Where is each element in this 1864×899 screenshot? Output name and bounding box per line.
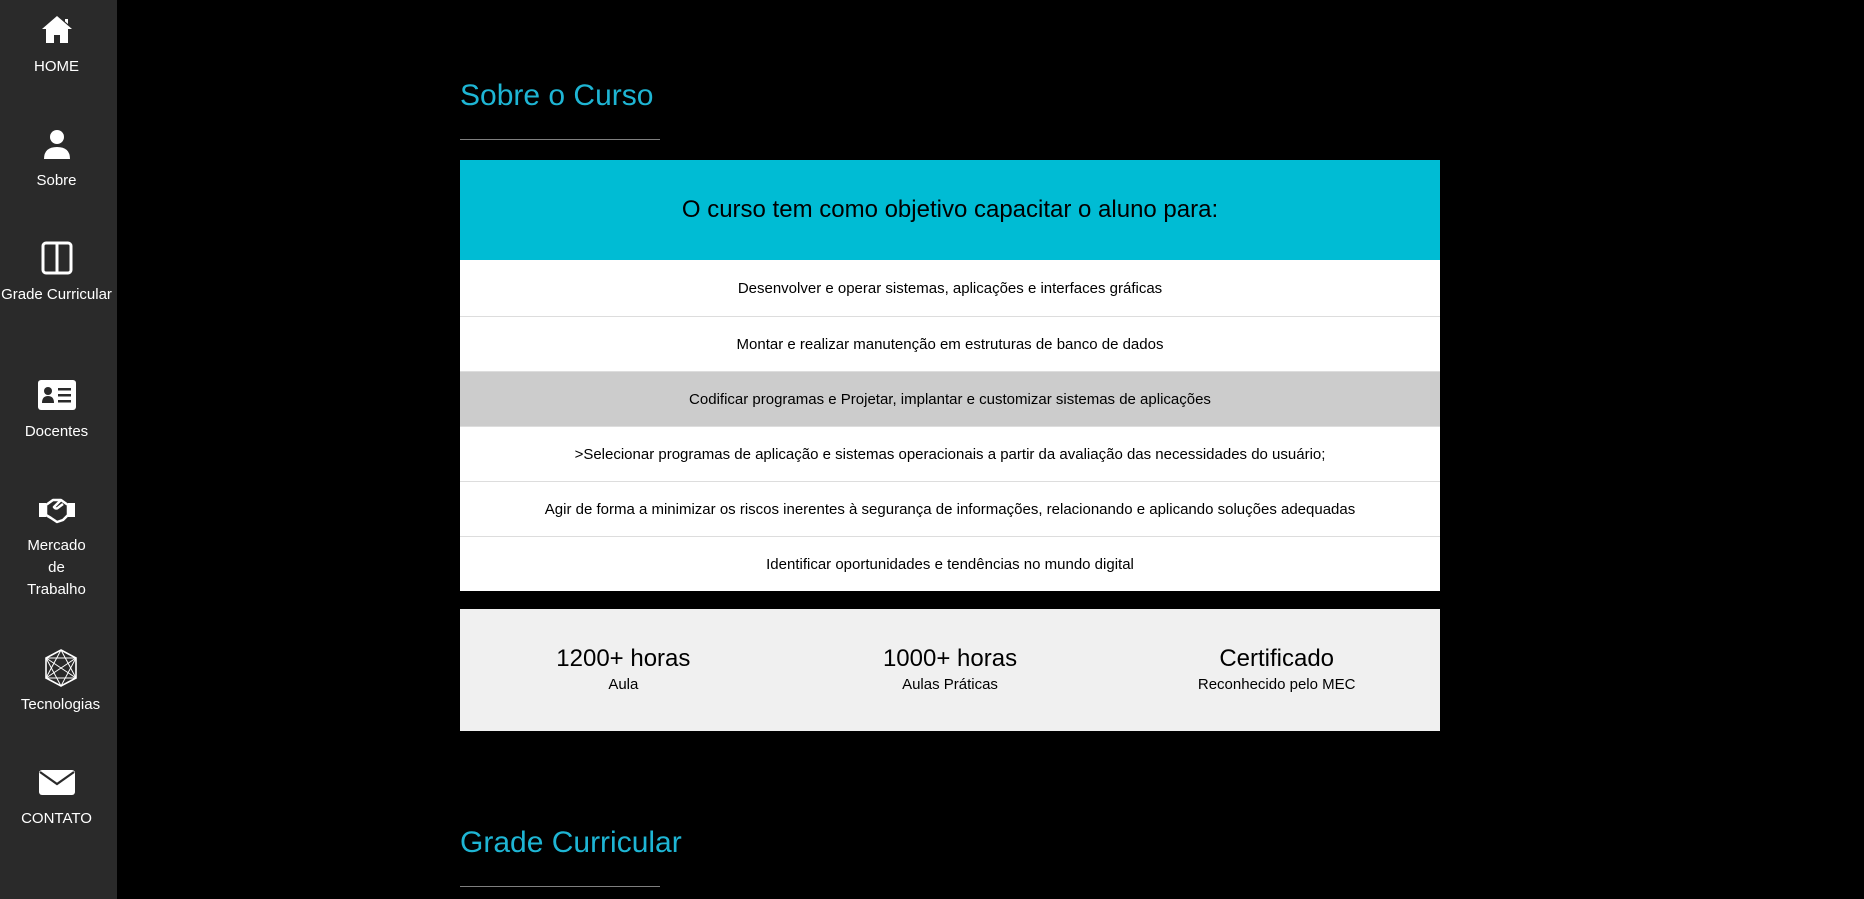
sidebar-item-grade-curricular[interactable]: Grade Curricular	[0, 238, 113, 306]
sidebar-item-label: Grade Curricular	[1, 286, 112, 303]
objectives-card: O curso tem como objetivo capacitar o al…	[460, 160, 1440, 591]
stat-aulas-praticas: 1000+ horas Aulas Práticas	[787, 609, 1114, 731]
sidebar-item-label: HOME	[34, 58, 79, 75]
sidebar-item-mercado-de-trabalho[interactable]: Mercado de Trabalho	[0, 489, 113, 601]
id-card-icon	[37, 375, 77, 415]
sidebar-item-home[interactable]: HOME	[0, 10, 113, 78]
list-item[interactable]: Montar e realizar manutenção em estrutur…	[460, 316, 1440, 371]
user-icon	[37, 124, 77, 164]
section-title-sobre-o-curso: Sobre o Curso	[460, 79, 654, 112]
stat-label: Reconhecido pelo MEC	[1197, 676, 1356, 693]
sidebar-item-label: Sobre	[36, 172, 77, 189]
stat-value: 1000+ horas	[882, 645, 1018, 672]
book-columns-icon	[37, 238, 77, 278]
sidebar-item-sobre[interactable]: Sobre	[0, 124, 113, 192]
list-item[interactable]: Agir de forma a minimizar os riscos iner…	[460, 481, 1440, 536]
section-title-grade-curricular: Grade Curricular	[460, 826, 682, 859]
home-icon	[37, 10, 77, 50]
stat-label: Aula	[608, 676, 639, 693]
network-polygon-icon	[41, 648, 81, 688]
sidebar-item-tecnologias[interactable]: Tecnologias	[4, 648, 117, 716]
title-divider	[460, 886, 660, 887]
sidebar-item-label: Tecnologias	[20, 696, 101, 713]
stat-value: Certificado	[1219, 645, 1335, 672]
sidebar-item-contato[interactable]: CONTATO	[0, 762, 113, 830]
list-item[interactable]: >Selecionar programas de aplicação e sis…	[460, 426, 1440, 481]
sidebar-item-label: Docentes	[24, 423, 89, 440]
envelope-icon	[37, 762, 77, 802]
sidebar-item-docentes[interactable]: Docentes	[0, 375, 113, 443]
stat-certificado: Certificado Reconhecido pelo MEC	[1113, 609, 1440, 731]
stat-aula: 1200+ horas Aula	[460, 609, 787, 731]
sidebar-item-label: CONTATO	[21, 810, 92, 827]
objectives-list: Desenvolver e operar sistemas, aplicaçõe…	[460, 260, 1440, 591]
sidebar-item-label: Mercado de Trabalho	[27, 537, 86, 598]
list-item[interactable]: Desenvolver e operar sistemas, aplicaçõe…	[460, 260, 1440, 316]
objectives-header: O curso tem como objetivo capacitar o al…	[460, 160, 1440, 260]
list-item[interactable]: Identificar oportunidades e tendências n…	[460, 536, 1440, 591]
stat-label: Aulas Práticas	[902, 676, 998, 693]
sidebar: HOME Sobre Grade Curricular Docentes Mer…	[0, 0, 117, 899]
stats-card: 1200+ horas Aula 1000+ horas Aulas Práti…	[460, 609, 1440, 731]
title-divider	[460, 139, 660, 140]
stat-value: 1200+ horas	[556, 645, 691, 672]
list-item[interactable]: Codificar programas e Projetar, implanta…	[460, 371, 1440, 426]
handshake-icon	[37, 489, 77, 529]
